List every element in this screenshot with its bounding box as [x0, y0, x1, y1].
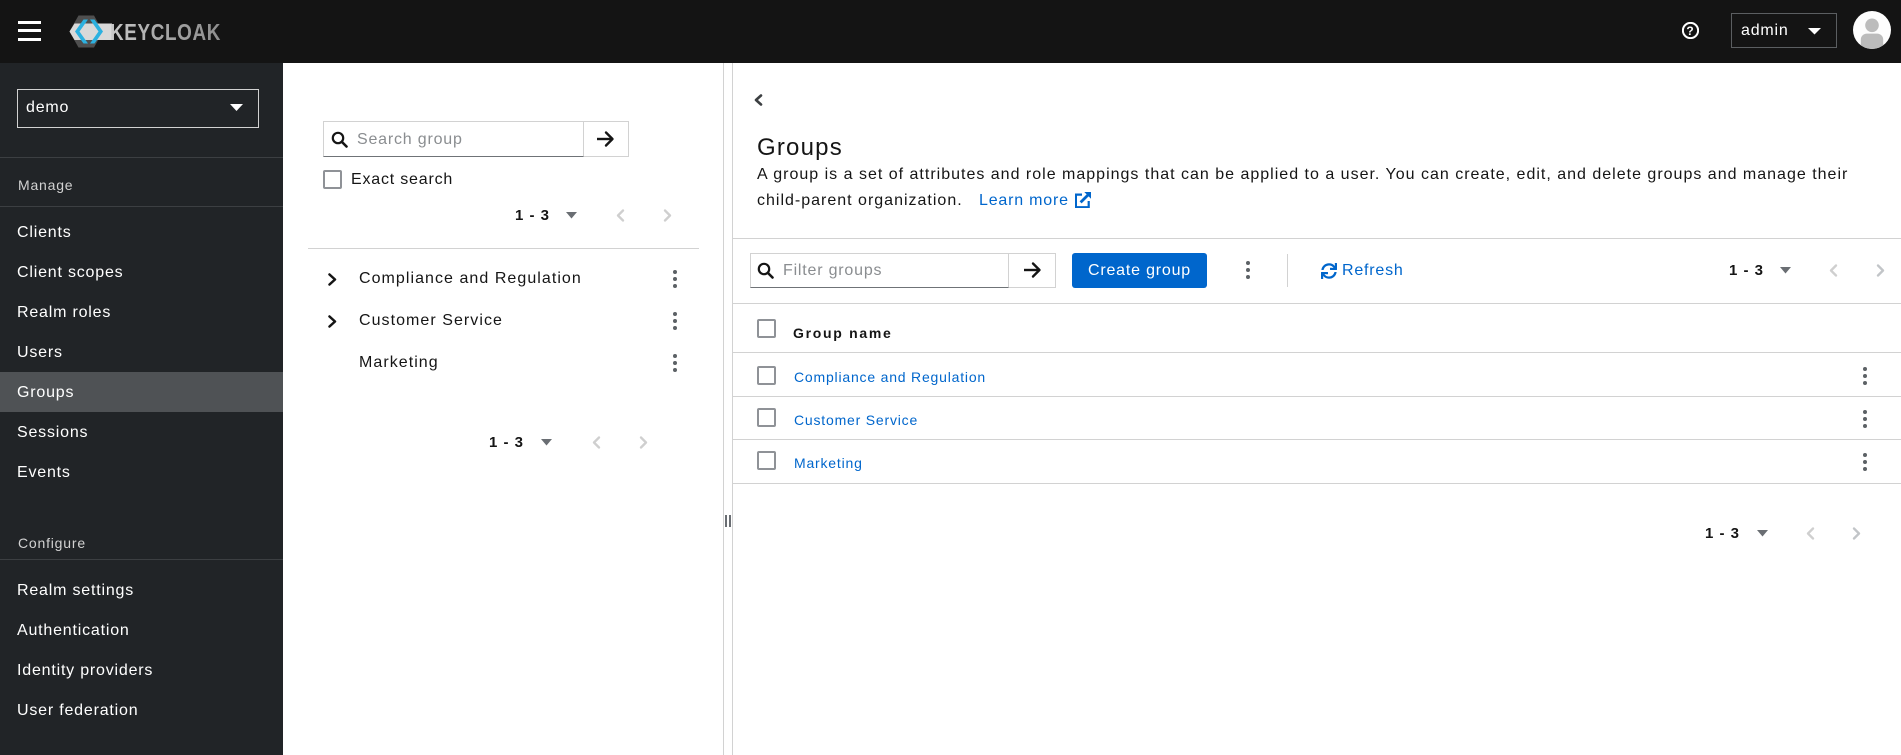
svg-text:KEYCLOAK: KEYCLOAK: [110, 19, 221, 45]
svg-text:?: ?: [1686, 24, 1694, 38]
